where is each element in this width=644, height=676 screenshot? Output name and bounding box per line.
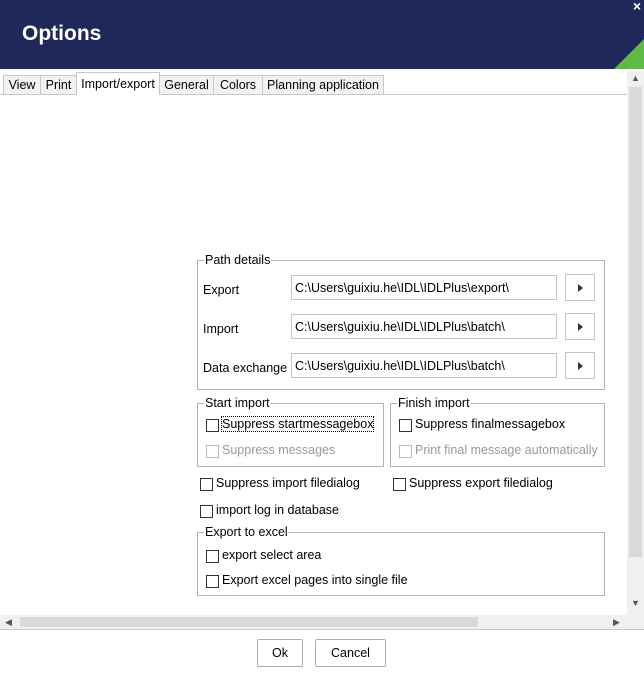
tab-import-export[interactable]: Import/export: [76, 72, 160, 95]
start-import-group: Start import Suppress startmessagebox Su…: [197, 396, 384, 467]
data-exchange-path-field[interactable]: C:\Users\guixiu.he\IDL\IDLPlus\batch\: [291, 353, 557, 378]
data-exchange-path-label: Data exchange: [203, 361, 288, 375]
title-bar: Options ×: [0, 0, 644, 69]
tab-general[interactable]: General: [159, 75, 214, 94]
suppress-export-filedialog-label[interactable]: Suppress export filedialog: [409, 476, 553, 490]
suppress-messages-checkbox[interactable]: [206, 445, 219, 458]
tab-strip: View Print Import/export General Colors …: [0, 71, 627, 95]
print-final-message-label: Print final message automatically: [415, 443, 598, 457]
ok-button[interactable]: Ok: [257, 639, 303, 667]
scroll-left-icon[interactable]: ◀: [5, 615, 12, 629]
arrow-right-icon: [578, 362, 583, 370]
export-path-label: Export: [203, 283, 240, 297]
start-import-legend: Start import: [204, 396, 271, 410]
export-select-area-checkbox[interactable]: [206, 550, 219, 563]
scroll-up-icon[interactable]: ▲: [627, 73, 644, 83]
path-details-group: Path details Export C:\Users\guixiu.he\I…: [197, 253, 605, 390]
tab-view[interactable]: View: [3, 75, 41, 94]
import-browse-button[interactable]: [565, 313, 595, 340]
suppress-startmessagebox-checkbox[interactable]: [206, 419, 219, 432]
close-icon[interactable]: ×: [633, 0, 641, 14]
tab-print[interactable]: Print: [40, 75, 77, 94]
horizontal-scrollbar[interactable]: ◀ ▶: [0, 615, 627, 629]
arrow-right-icon: [578, 323, 583, 331]
corner-accent: [614, 39, 644, 69]
vertical-scrollbar[interactable]: ▲ ▼: [627, 71, 644, 615]
data-exchange-browse-button[interactable]: [565, 352, 595, 379]
finish-import-legend: Finish import: [397, 396, 471, 410]
export-browse-button[interactable]: [565, 274, 595, 301]
suppress-import-filedialog-label[interactable]: Suppress import filedialog: [216, 476, 360, 490]
horizontal-scroll-thumb[interactable]: [20, 617, 478, 627]
import-export-panel: Path details Export C:\Users\guixiu.he\I…: [0, 95, 627, 615]
suppress-export-filedialog-checkbox[interactable]: [393, 478, 406, 491]
import-log-label[interactable]: import log in database: [216, 503, 339, 517]
export-to-excel-legend: Export to excel: [204, 525, 289, 539]
suppress-finalmessagebox-checkbox[interactable]: [399, 419, 412, 432]
arrow-right-icon: [578, 284, 583, 292]
vertical-scroll-thumb[interactable]: [629, 87, 642, 557]
suppress-startmessagebox-label[interactable]: Suppress startmessagebox: [220, 416, 375, 432]
dialog-footer: Ok Cancel: [0, 629, 644, 676]
tab-colors[interactable]: Colors: [213, 75, 263, 94]
tab-planning-application[interactable]: Planning application: [262, 75, 384, 94]
export-path-field[interactable]: C:\Users\guixiu.he\IDL\IDLPlus\export\: [291, 275, 557, 300]
export-single-file-label[interactable]: Export excel pages into single file: [222, 573, 408, 587]
scrollbar-corner: [627, 615, 644, 629]
finish-import-group: Finish import Suppress finalmessagebox P…: [390, 396, 605, 467]
export-select-area-label[interactable]: export select area: [222, 548, 321, 562]
cancel-button[interactable]: Cancel: [315, 639, 386, 667]
suppress-import-filedialog-checkbox[interactable]: [200, 478, 213, 491]
scroll-down-icon[interactable]: ▼: [627, 598, 644, 608]
export-single-file-checkbox[interactable]: [206, 575, 219, 588]
import-log-checkbox[interactable]: [200, 505, 213, 518]
suppress-finalmessagebox-label[interactable]: Suppress finalmessagebox: [415, 417, 565, 431]
export-to-excel-group: Export to excel export select area Expor…: [197, 525, 605, 596]
import-path-field[interactable]: C:\Users\guixiu.he\IDL\IDLPlus\batch\: [291, 314, 557, 339]
path-details-legend: Path details: [204, 253, 272, 267]
print-final-message-checkbox[interactable]: [399, 445, 412, 458]
scroll-right-icon[interactable]: ▶: [613, 615, 620, 629]
window-title: Options: [22, 22, 102, 45]
suppress-messages-label: Suppress messages: [222, 443, 336, 457]
import-path-label: Import: [203, 322, 239, 336]
